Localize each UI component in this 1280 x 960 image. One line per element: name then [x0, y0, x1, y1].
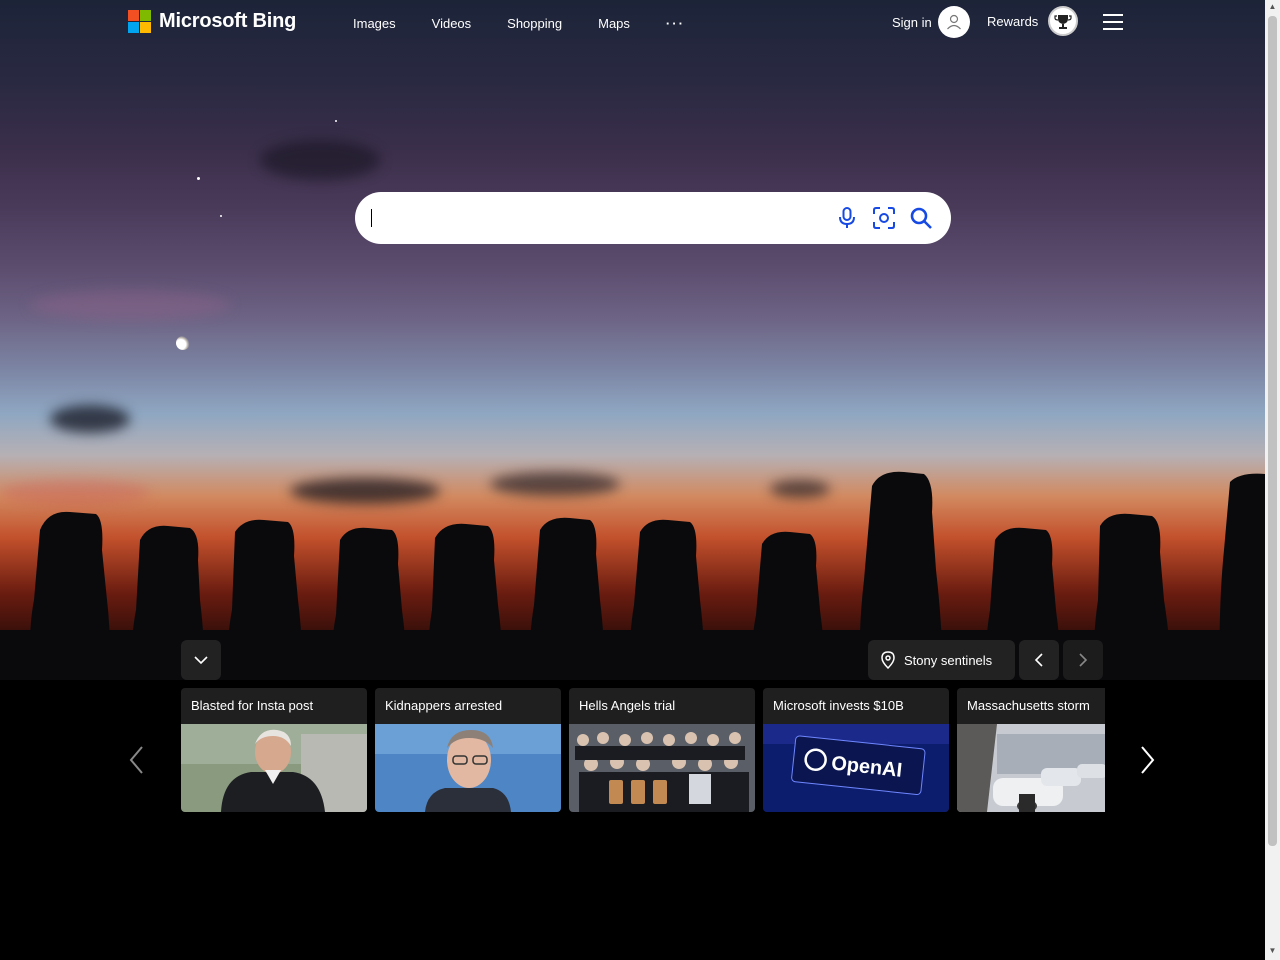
microsoft-logo-icon	[128, 10, 151, 33]
news-card-title: Hells Angels trial	[579, 698, 676, 713]
chevron-right-icon	[1141, 746, 1155, 774]
chevron-left-icon	[1034, 653, 1043, 667]
search-box	[355, 192, 951, 244]
news-card[interactable]: Microsoft invests $10B OpenAI	[763, 688, 949, 812]
map-pin-icon	[881, 651, 895, 669]
news-card-title: Blasted for Insta post	[191, 698, 314, 713]
news-card[interactable]: Hells Angels trial	[569, 688, 755, 812]
top-header: Microsoft Bing Images Videos Shopping Ma…	[0, 0, 1265, 48]
trophy-icon	[1048, 6, 1079, 36]
news-card-image	[375, 724, 561, 812]
star-dot	[220, 215, 222, 217]
text-cursor	[371, 209, 372, 227]
nav-videos[interactable]: Videos	[432, 16, 472, 31]
moon	[176, 336, 190, 350]
nav-shopping[interactable]: Shopping	[507, 16, 562, 31]
nav-maps[interactable]: Maps	[598, 16, 630, 31]
chevron-right-icon	[1079, 653, 1088, 667]
news-card-image	[181, 724, 367, 812]
news-carousel: Blasted for Insta post Kidnappers arrest…	[181, 688, 1105, 812]
carousel-next-button[interactable]	[1136, 742, 1160, 778]
image-location-label: Stony sentinels	[904, 652, 993, 668]
scroll-up-arrow-icon[interactable]: ▲	[1268, 2, 1277, 12]
news-card-title: Massachusetts storm	[967, 698, 1090, 713]
news-card[interactable]: Massachusetts storm	[957, 688, 1105, 812]
nav-more-button[interactable]: ···	[666, 16, 685, 31]
carousel-previous-button[interactable]	[124, 742, 148, 778]
background-image	[0, 0, 1265, 690]
rewards-button[interactable]: Rewards	[987, 6, 1079, 36]
planet-dot	[197, 177, 200, 180]
bing-logo[interactable]: Microsoft Bing	[128, 10, 296, 33]
sign-in-label: Sign in	[892, 14, 932, 30]
rewards-label: Rewards	[987, 13, 1039, 29]
camera-search-icon[interactable]	[870, 204, 898, 232]
collapse-feed-button[interactable]	[181, 640, 221, 680]
image-location-button[interactable]: Stony sentinels	[868, 640, 1015, 680]
microphone-icon[interactable]	[833, 204, 861, 232]
cloud	[260, 140, 380, 180]
nav-images[interactable]: Images	[353, 16, 396, 31]
vertical-scrollbar[interactable]: ▲ ▼	[1265, 0, 1280, 960]
news-card-image: OpenAI	[763, 724, 949, 812]
news-card[interactable]: Blasted for Insta post	[181, 688, 367, 812]
news-card-image	[569, 724, 755, 812]
news-card-title: Kidnappers arrested	[385, 698, 503, 713]
chevron-down-icon	[194, 656, 208, 665]
chevron-left-icon	[129, 746, 143, 774]
user-icon	[937, 6, 970, 38]
sign-in-button[interactable]: Sign in	[892, 6, 970, 38]
news-card[interactable]: Kidnappers arrested	[375, 688, 561, 812]
search-input[interactable]	[371, 205, 821, 231]
scroll-down-arrow-icon[interactable]: ▼	[1268, 946, 1277, 956]
next-image-button[interactable]	[1063, 640, 1103, 680]
previous-image-button[interactable]	[1019, 640, 1059, 680]
news-card-title: Microsoft invests $10B	[773, 698, 904, 713]
cloud	[50, 405, 130, 433]
hamburger-icon[interactable]	[1103, 14, 1123, 30]
scrollbar-thumb[interactable]	[1268, 16, 1277, 846]
top-nav: Images Videos Shopping Maps ···	[353, 16, 721, 31]
cloud	[30, 290, 230, 320]
star-dot	[335, 120, 337, 122]
news-card-image	[957, 724, 1105, 812]
brand-name: Microsoft Bing	[159, 10, 297, 32]
search-icon[interactable]	[907, 204, 935, 232]
